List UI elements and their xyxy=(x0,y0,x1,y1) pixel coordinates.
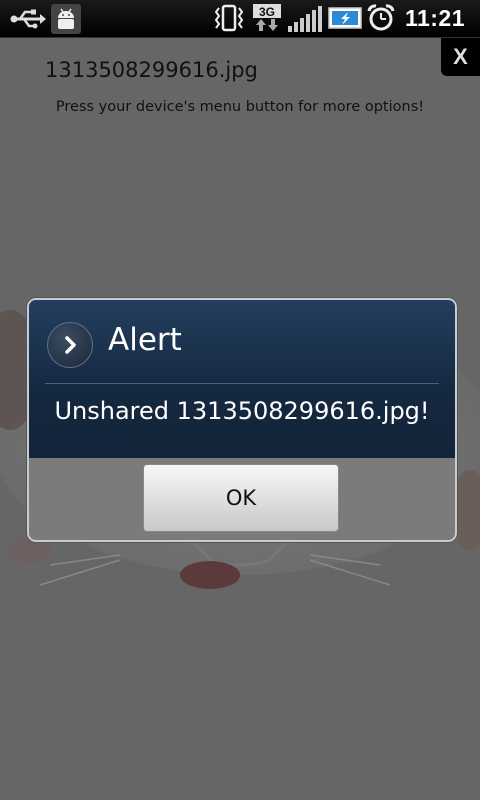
ok-button[interactable]: OK xyxy=(143,464,339,532)
alert-dialog: Alert Unshared 1313508299616.jpg! OK xyxy=(27,298,457,542)
battery-charging-icon xyxy=(328,7,362,29)
close-button[interactable]: X xyxy=(441,38,480,76)
3g-data-icon: 3G xyxy=(253,4,281,32)
alarm-icon xyxy=(367,4,395,31)
svg-text:3G: 3G xyxy=(259,5,275,19)
dialog-divider xyxy=(45,383,439,384)
image-filename: 1313508299616.jpg xyxy=(45,58,258,82)
android-debug-icon xyxy=(51,4,81,34)
menu-hint-text: Press your device's menu button for more… xyxy=(55,99,425,115)
chevron-right-icon xyxy=(47,322,93,368)
dialog-title: Alert xyxy=(108,322,182,358)
status-time: 11:21 xyxy=(404,5,465,31)
usb-icon xyxy=(10,9,46,29)
status-bar: 3G 11:21 xyxy=(0,0,480,38)
signal-icon xyxy=(288,6,322,32)
dialog-message: Unshared 1313508299616.jpg! xyxy=(54,397,430,425)
vibrate-icon xyxy=(214,4,244,32)
dialog-header: Alert Unshared 1313508299616.jpg! xyxy=(29,300,455,458)
